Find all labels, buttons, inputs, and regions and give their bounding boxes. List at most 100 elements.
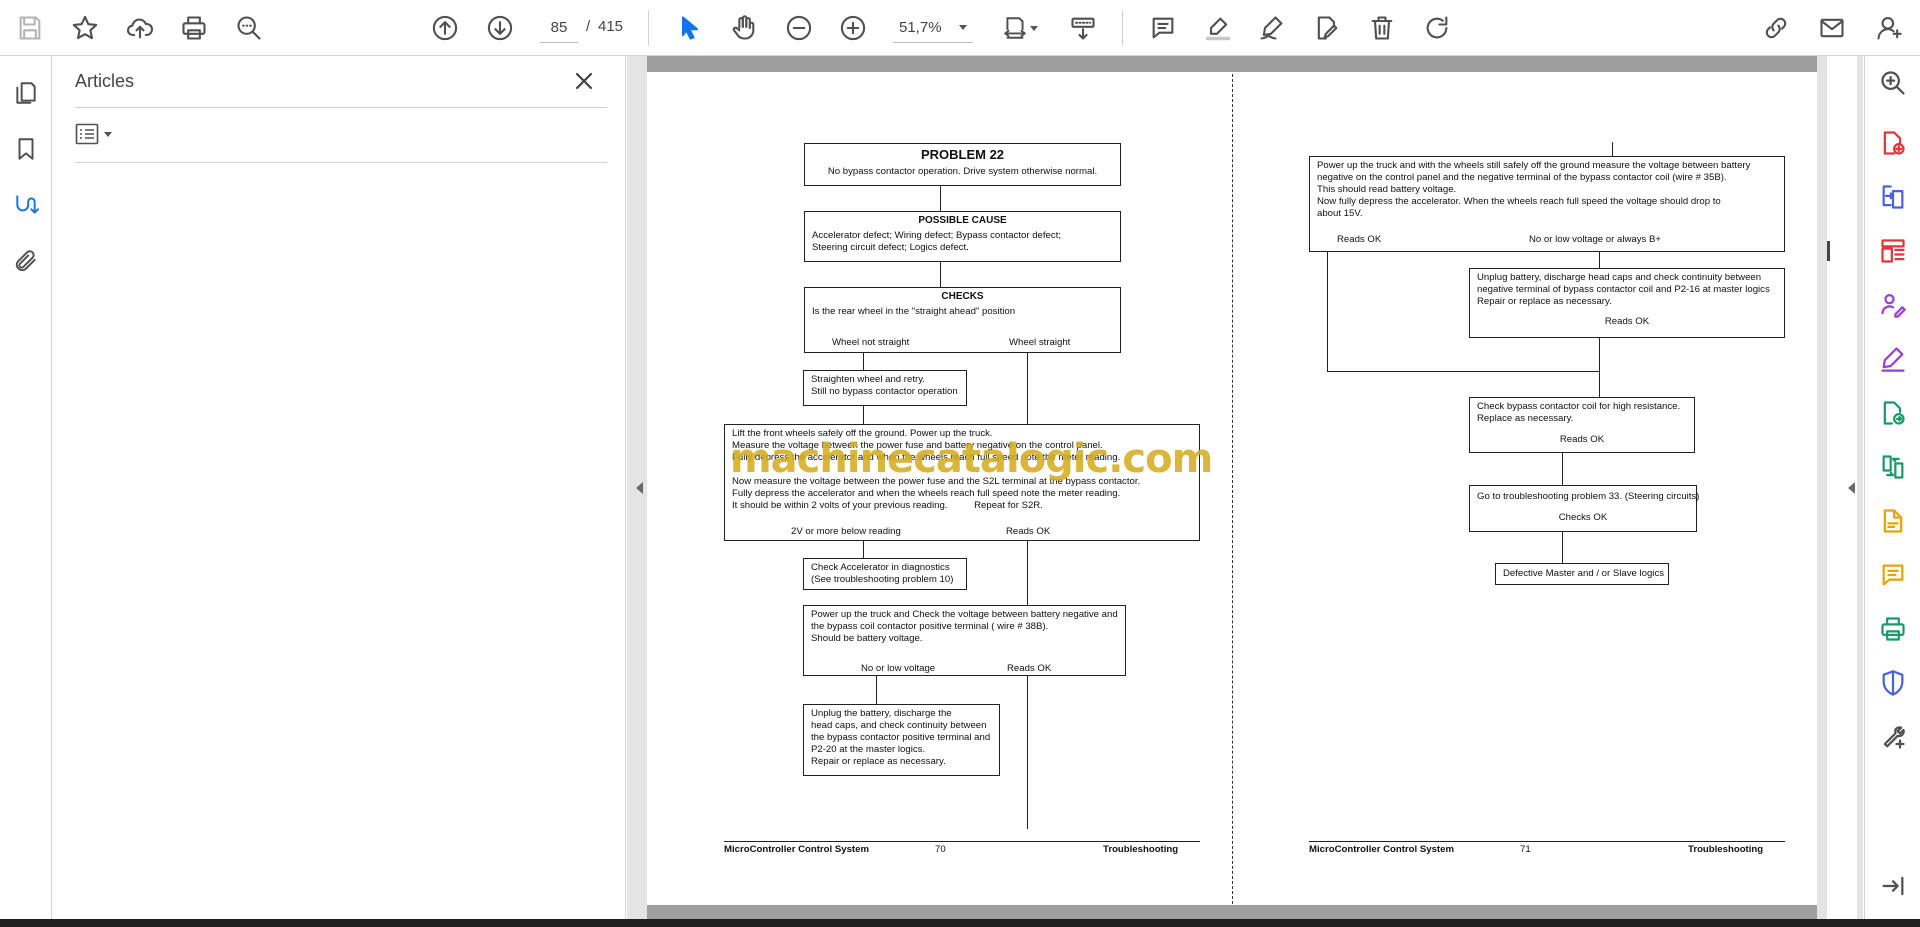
box-line: negative terminal of bypass contactor co… — [1477, 284, 1770, 295]
organize-pages-button[interactable] — [1876, 234, 1910, 268]
box-line: about 15V. — [1317, 208, 1363, 219]
flow-connector — [1327, 252, 1328, 372]
articles-options-dropdown[interactable] — [75, 120, 119, 148]
document-edit-icon — [1317, 16, 1338, 40]
arrow-up-circle-icon — [432, 15, 458, 41]
bookmark-star-button[interactable] — [66, 9, 104, 47]
star-icon — [72, 15, 98, 40]
scroll-mode-button[interactable] — [1064, 9, 1102, 47]
find-text-button[interactable] — [230, 9, 268, 47]
create-pdf-icon — [1883, 131, 1905, 155]
rotate-icon — [1426, 16, 1448, 39]
close-icon — [575, 72, 593, 90]
flow-connector — [1027, 353, 1028, 424]
toolbar-divider — [1122, 10, 1123, 46]
more-tools-button[interactable] — [1876, 720, 1910, 754]
highlight-button[interactable] — [1199, 9, 1237, 47]
box-line: Defective Master and / or Slave logics — [1503, 568, 1665, 579]
power-up-check-box: Power up the truck and Check the voltage… — [803, 605, 1126, 676]
zoom-level-dropdown[interactable]: 51,7% — [893, 13, 973, 43]
edit-document-button[interactable] — [1876, 504, 1910, 538]
protect-button[interactable] — [1876, 666, 1910, 700]
compare-files-button[interactable] — [1876, 450, 1910, 484]
scrollbar-thumb[interactable] — [1827, 241, 1830, 261]
flow-connector — [1027, 676, 1028, 829]
pages-icon — [16, 82, 36, 104]
page-footer-right: Troubleshooting — [1688, 844, 1764, 855]
articles-button[interactable] — [7, 186, 45, 224]
share-link-button[interactable] — [1757, 9, 1795, 47]
box-line: This should read battery voltage. — [1317, 184, 1457, 195]
panel-title: Articles — [75, 71, 135, 91]
check-accelerator-box: Check Accelerator in diagnostics (See tr… — [803, 558, 967, 590]
bookmark-icon — [18, 138, 34, 160]
upload-cloud-button[interactable] — [121, 9, 159, 47]
articles-panel: Articles — [53, 56, 626, 919]
box-line: Check Accelerator in diagnostics — [811, 562, 950, 573]
rotate-button[interactable] — [1418, 9, 1456, 47]
box-line: It should be within 2 volts of your prev… — [732, 500, 1043, 511]
problem-title: PROBLEM 22 — [920, 147, 1005, 162]
toolbar-divider — [648, 10, 649, 46]
flow-connector — [1562, 453, 1563, 485]
send-for-review-button[interactable] — [1876, 396, 1910, 430]
request-signature-button[interactable] — [1876, 288, 1910, 322]
zoom-in-button[interactable] — [834, 9, 872, 47]
page-number-input[interactable] — [540, 13, 578, 43]
previous-page-button[interactable] — [426, 9, 464, 47]
print-button[interactable] — [175, 9, 213, 47]
collapse-tools-button[interactable] — [1876, 869, 1910, 903]
pdf-page-spread: PROBLEM 22 No bypass contactor operation… — [647, 56, 1817, 919]
article-flow-icon — [16, 195, 39, 214]
box-label: Reads OK — [1604, 316, 1650, 327]
account-button[interactable] — [1870, 9, 1908, 47]
hand-icon — [732, 15, 755, 40]
window-bottom-edge — [0, 919, 1920, 927]
print-production-button[interactable] — [1876, 612, 1910, 646]
document-viewport[interactable]: PROBLEM 22 No bypass contactor operation… — [627, 56, 1863, 919]
fill-sign-button[interactable] — [1876, 342, 1910, 376]
unplug-check-continuity-box: Unplug battery, discharge head caps and … — [1469, 268, 1785, 338]
search-tool-button[interactable] — [1876, 66, 1910, 100]
comment-tool-button[interactable] — [1876, 558, 1910, 592]
page-footer-right: Troubleshooting — [1103, 844, 1179, 855]
search-zoom-icon — [237, 16, 261, 40]
check-coil-resistance-box: Check bypass contactor coil for high res… — [1469, 397, 1695, 453]
add-comment-button[interactable] — [1144, 9, 1182, 47]
list-options-icon — [75, 123, 99, 145]
create-pdf-button[interactable] — [1876, 126, 1910, 160]
page-fit-dropdown[interactable] — [994, 9, 1046, 47]
page-footer-left: MicroController Control System — [1309, 844, 1454, 855]
branch-label: Wheel straight — [1009, 337, 1071, 348]
zoom-out-button[interactable] — [780, 9, 818, 47]
delete-button[interactable] — [1363, 9, 1401, 47]
flow-connector — [863, 541, 864, 558]
document-send-icon — [1883, 401, 1905, 425]
flow-connector — [863, 406, 864, 424]
hand-tool-button[interactable] — [725, 9, 763, 47]
shield-icon — [1882, 670, 1904, 696]
flow-connector — [1599, 252, 1600, 268]
box-line: P2-20 at the master logics. — [811, 744, 926, 755]
draw-button[interactable] — [1253, 9, 1291, 47]
checks-title: CHECKS — [941, 291, 984, 302]
select-tool-button[interactable] — [671, 9, 709, 47]
collapse-right-panel-button[interactable] — [1845, 476, 1857, 500]
highlighter-icon — [1205, 17, 1231, 41]
edit-pdf-button[interactable] — [1308, 9, 1346, 47]
next-page-button[interactable] — [481, 9, 519, 47]
box-line: the bypass contactor positive terminal a… — [811, 732, 991, 743]
email-button[interactable] — [1813, 9, 1851, 47]
export-pdf-button[interactable] — [1876, 180, 1910, 214]
box-line: Repair or replace as necessary. — [1477, 296, 1612, 307]
collapse-left-panel-button[interactable] — [633, 476, 645, 500]
flow-connector — [1599, 338, 1600, 397]
page-thumbnails-button[interactable] — [7, 74, 45, 112]
envelope-icon — [1820, 18, 1844, 38]
attachments-button[interactable] — [7, 242, 45, 280]
close-panel-button[interactable] — [571, 68, 597, 94]
problem-description: No bypass contactor operation. Drive sys… — [827, 166, 1098, 177]
save-button[interactable] — [11, 9, 49, 47]
top-toolbar: / 415 51,7% — [0, 0, 1920, 56]
bookmarks-button[interactable] — [7, 130, 45, 168]
